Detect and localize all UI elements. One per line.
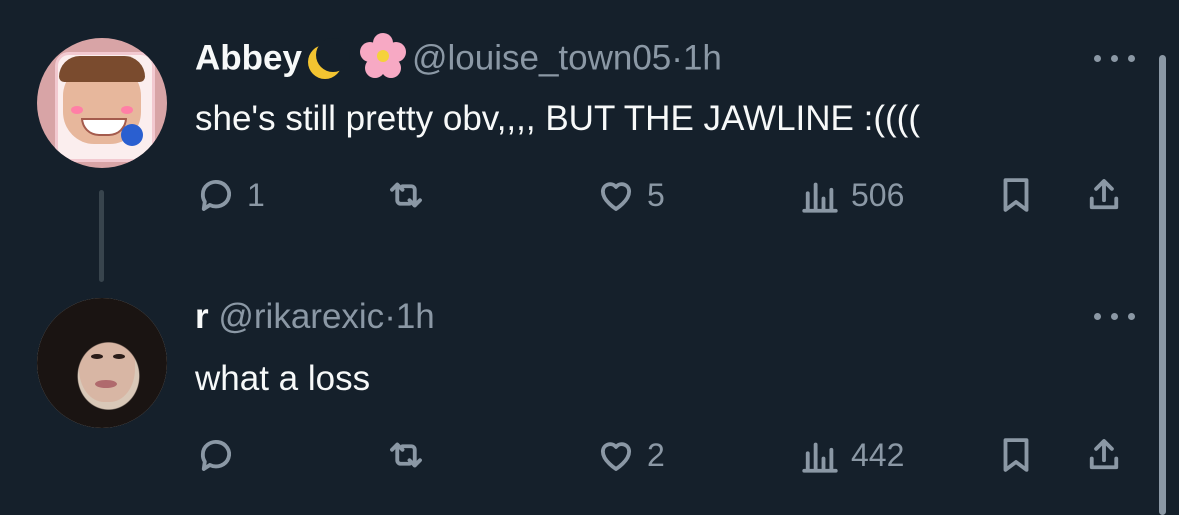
tweet-text: she's still pretty obv,,,, BUT THE JAWLI… <box>195 99 920 138</box>
display-name[interactable]: Abbey <box>195 38 302 77</box>
heart-icon <box>600 442 632 471</box>
thread-line <box>99 190 104 282</box>
tweet[interactable]: Abbey @louise_town05·1h she's still pret… <box>0 0 1160 282</box>
reply-button[interactable]: 1 <box>195 170 265 220</box>
like-button[interactable]: 2 <box>595 430 665 480</box>
avatar[interactable] <box>37 298 167 428</box>
retweet-icon <box>390 182 422 208</box>
like-count: 2 <box>647 436 665 473</box>
tweet[interactable]: r @rikarexic·1h what a loss 2 442 <box>0 270 1160 502</box>
more-options-button[interactable] <box>1092 310 1138 322</box>
bookmark-icon <box>1003 178 1029 212</box>
tweet-text: what a loss <box>195 359 371 398</box>
view-count: 506 <box>851 176 905 213</box>
views-icon <box>802 442 838 473</box>
like-count: 5 <box>647 176 665 213</box>
view-count: 442 <box>851 436 905 473</box>
share-icon <box>1089 179 1119 210</box>
retweet-icon <box>390 442 422 468</box>
scrollbar[interactable] <box>1159 55 1166 515</box>
avatar-sticker <box>121 124 143 146</box>
avatar-eye <box>113 354 125 359</box>
bookmark-icon <box>1003 438 1029 472</box>
more-options-button[interactable] <box>1092 52 1138 64</box>
reply-icon <box>200 439 232 471</box>
bookmark-button[interactable] <box>995 170 1037 220</box>
avatar-eye <box>91 354 103 359</box>
reply-icon <box>200 179 232 211</box>
bookmark-button[interactable] <box>995 430 1037 480</box>
avatar-hair <box>59 56 145 82</box>
separator: · <box>384 297 396 336</box>
separator: · <box>671 38 683 78</box>
crescent-moon-icon <box>315 38 350 72</box>
retweet-button[interactable] <box>385 430 437 480</box>
action-bar: 2 442 <box>195 430 1145 480</box>
tweet-header: Abbey @louise_town05·1h <box>195 33 722 83</box>
avatar-lips <box>95 380 117 388</box>
tweet-header: r @rikarexic·1h <box>195 296 435 338</box>
display-name[interactable]: r <box>195 297 209 336</box>
retweet-button[interactable] <box>385 170 437 220</box>
cherry-blossom-icon <box>359 33 406 79</box>
share-button[interactable] <box>1083 170 1125 220</box>
handle[interactable]: @rikarexic <box>218 297 384 336</box>
avatar-blush <box>71 106 83 114</box>
avatar[interactable] <box>37 38 167 168</box>
views-button[interactable]: 442 <box>799 430 904 480</box>
views-button[interactable]: 506 <box>799 170 904 220</box>
share-icon <box>1089 439 1119 470</box>
timestamp[interactable]: 1h <box>396 297 435 336</box>
share-button[interactable] <box>1083 430 1125 480</box>
like-button[interactable]: 5 <box>595 170 665 220</box>
views-icon <box>802 182 838 213</box>
avatar-blush <box>121 106 133 114</box>
reply-count: 1 <box>247 176 265 213</box>
handle[interactable]: @louise_town05 <box>412 38 671 77</box>
timestamp[interactable]: 1h <box>683 38 722 77</box>
heart-icon <box>600 182 632 211</box>
avatar-hair <box>37 298 167 428</box>
reply-button[interactable] <box>195 430 247 480</box>
action-bar: 1 5 506 <box>195 170 1145 220</box>
